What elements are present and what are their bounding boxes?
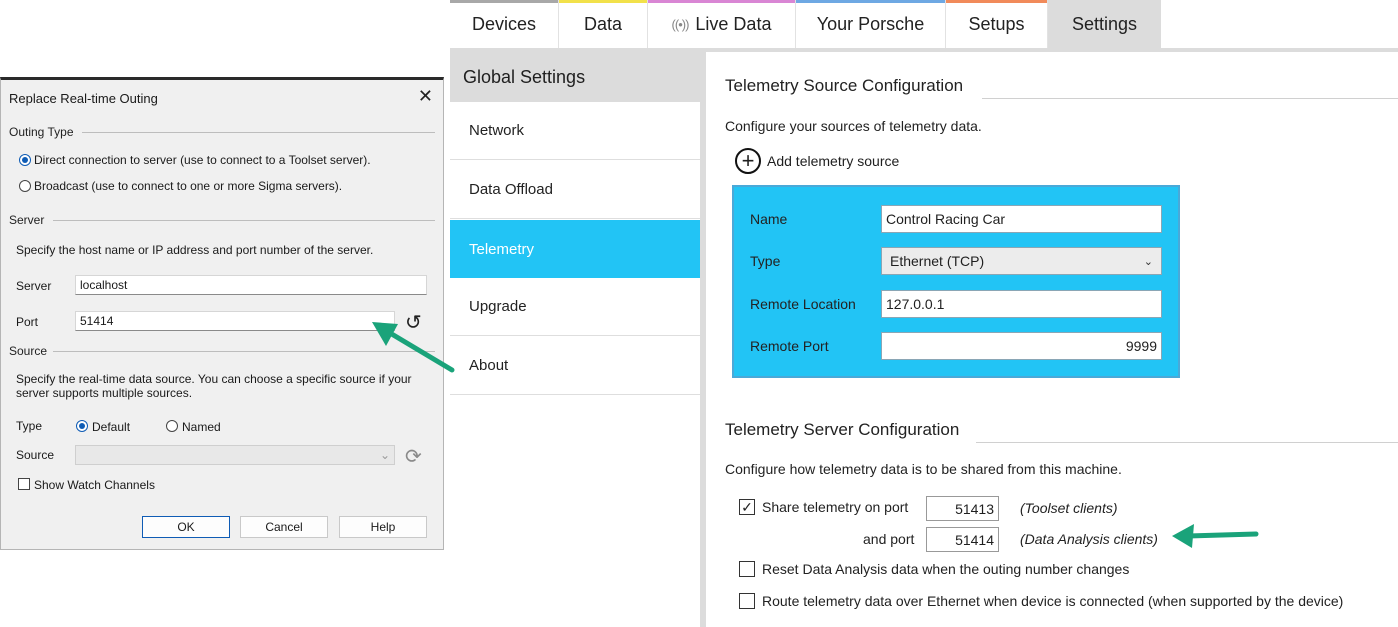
broadcast-icon: ((•)) — [671, 16, 690, 32]
share-telemetry-label: Share telemetry on port — [762, 499, 909, 515]
nav-item-telemetry[interactable]: Telemetry — [450, 220, 700, 278]
tab-label: Devices — [471, 13, 537, 34]
server-input[interactable]: localhost — [75, 275, 427, 295]
source-select[interactable]: ⌄ — [75, 445, 395, 465]
type-select-value: Ethernet (TCP) — [890, 253, 985, 269]
chevron-down-icon: ⌄ — [1143, 255, 1153, 268]
tab-devices[interactable]: Devices — [450, 0, 559, 48]
name-input[interactable]: Control Racing Car — [881, 205, 1162, 233]
tab-bar: Devices Data ((•)) Live Data Your Porsch… — [450, 0, 1398, 48]
toolset-clients-note: (Toolset clients) — [1020, 500, 1118, 516]
outing-type-group-label: Outing Type — [9, 125, 74, 139]
type-select[interactable]: Ethernet (TCP) ⌄ — [881, 247, 1162, 275]
global-settings-header: Global Settings — [450, 52, 700, 102]
help-button[interactable]: Help — [339, 516, 427, 538]
name-label: Name — [750, 211, 788, 227]
remote-location-value: 127.0.0.1 — [886, 296, 945, 312]
second-port-value: 51414 — [955, 531, 994, 548]
chevron-down-icon: ⌄ — [379, 448, 390, 462]
remote-location-input[interactable]: 127.0.0.1 — [881, 290, 1162, 318]
port-input-value: 51414 — [80, 314, 114, 328]
server-group-label: Server — [9, 213, 45, 227]
radio-direct-label: Direct connection to server (use to conn… — [34, 153, 371, 167]
share-port-value: 51413 — [955, 500, 994, 517]
tab-stripe — [796, 0, 945, 3]
remote-port-value: 9999 — [1125, 338, 1157, 354]
tab-data[interactable]: Data — [559, 0, 648, 48]
type-label: Type — [750, 253, 781, 269]
radio-type-default[interactable] — [76, 420, 88, 432]
tab-label: Settings — [1071, 13, 1138, 34]
tab-label: Your Porsche — [816, 13, 925, 34]
server-config-description: Configure how telemetry data is to be sh… — [725, 461, 1122, 477]
panel-divider — [700, 52, 706, 627]
annotation-arrow — [1172, 524, 1259, 548]
second-port-input[interactable]: 51414 — [926, 527, 999, 552]
remote-port-input[interactable]: 9999 — [881, 332, 1162, 360]
tab-stripe — [450, 0, 558, 3]
source-group-label: Source — [9, 344, 48, 358]
source-description-line2: server supports multiple sources. — [16, 386, 193, 400]
nav-item-upgrade[interactable]: Upgrade — [450, 278, 700, 336]
replace-outing-dialog: Replace Real-time Outing ✕ Outing Type D… — [0, 77, 444, 550]
refresh-icon[interactable]: ⟳ — [405, 444, 422, 469]
ok-button[interactable]: OK — [142, 516, 230, 538]
port-label: Port — [16, 315, 39, 329]
remote-port-label: Remote Port — [750, 338, 829, 354]
share-port-input[interactable]: 51413 — [926, 496, 999, 521]
add-telemetry-source-button[interactable]: + Add telemetry source — [735, 146, 899, 176]
annotation-arrow — [372, 322, 455, 373]
tab-stripe — [648, 0, 795, 3]
tab-label: Live Data — [695, 13, 772, 34]
source-description-line1: Specify the real-time data source. You c… — [16, 372, 412, 386]
group-rule — [82, 132, 435, 133]
radio-type-named[interactable] — [166, 420, 178, 432]
tab-setups[interactable]: Setups — [946, 0, 1048, 48]
source-label: Source — [16, 448, 55, 462]
server-config-title: Telemetry Server Configuration — [725, 420, 960, 439]
reset-data-checkbox[interactable] — [739, 561, 755, 577]
type-label: Type — [16, 419, 43, 433]
nav-item-about[interactable]: About — [450, 337, 700, 395]
section-rule — [982, 98, 1398, 99]
route-ethernet-label: Route telemetry data over Ethernet when … — [762, 593, 1344, 609]
add-telemetry-source-label: Add telemetry source — [767, 153, 900, 169]
show-watch-channels-label: Show Watch Channels — [34, 478, 155, 492]
tab-label: Data — [583, 13, 623, 34]
radio-direct-connection[interactable] — [19, 154, 31, 166]
nav-item-data-offload[interactable]: Data Offload — [450, 161, 700, 219]
source-config-title: Telemetry Source Configuration — [725, 76, 964, 95]
plus-circle-icon: + — [735, 148, 761, 174]
section-rule — [976, 442, 1398, 443]
tab-stripe — [946, 0, 1047, 3]
port-input[interactable]: 51414 — [75, 311, 395, 331]
check-icon: ✓ — [741, 499, 753, 515]
tab-label: Setups — [968, 13, 1025, 34]
remote-location-label: Remote Location — [750, 296, 856, 312]
nav-item-network[interactable]: Network — [450, 102, 700, 160]
dialog-title: Replace Real-time Outing — [9, 91, 158, 106]
radio-named-label: Named — [182, 420, 221, 434]
server-input-value: localhost — [80, 278, 128, 292]
close-icon[interactable]: ✕ — [418, 86, 433, 107]
group-rule — [53, 220, 435, 221]
source-config-description: Configure your sources of telemetry data… — [725, 118, 982, 134]
name-input-value: Control Racing Car — [886, 211, 1006, 227]
cancel-button[interactable]: Cancel — [240, 516, 328, 538]
data-analysis-clients-note: (Data Analysis clients) — [1020, 531, 1158, 547]
radio-broadcast[interactable] — [19, 180, 31, 192]
server-label: Server — [16, 279, 52, 293]
share-telemetry-checkbox[interactable]: ✓ — [739, 499, 755, 515]
and-port-label: and port — [863, 531, 915, 547]
show-watch-channels-checkbox[interactable] — [18, 478, 30, 490]
tab-live-data[interactable]: ((•)) Live Data — [648, 0, 796, 48]
server-description: Specify the host name or IP address and … — [16, 243, 374, 257]
route-ethernet-checkbox[interactable] — [739, 593, 755, 609]
radio-broadcast-label: Broadcast (use to connect to one or more… — [34, 179, 343, 193]
radio-default-label: Default — [92, 420, 131, 434]
tab-your-porsche[interactable]: Your Porsche — [796, 0, 946, 48]
reset-data-label: Reset Data Analysis data when the outing… — [762, 561, 1130, 577]
tab-stripe — [559, 0, 647, 3]
tab-settings[interactable]: Settings — [1048, 0, 1161, 48]
